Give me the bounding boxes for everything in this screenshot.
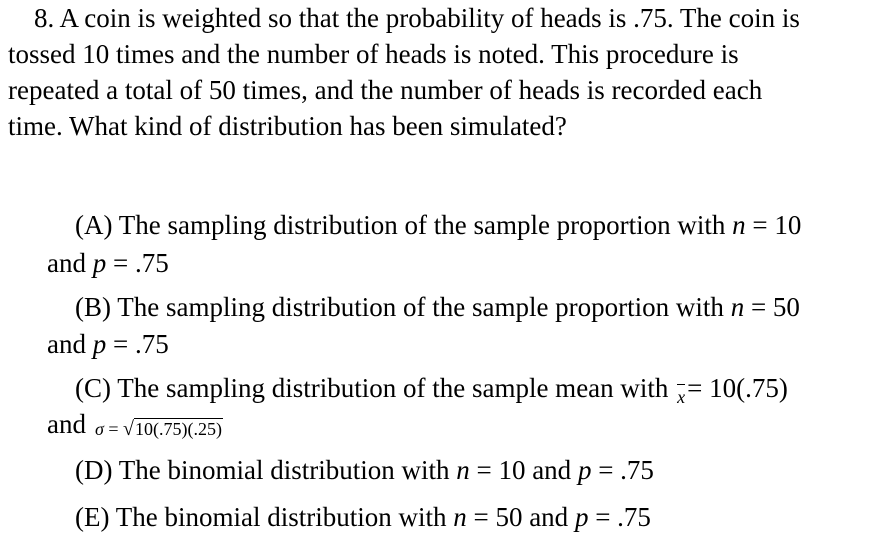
choice-c-mean-eq: = 10(.75): [687, 373, 788, 403]
choice-a-n: n: [732, 210, 746, 240]
choice-a[interactable]: (A) The sampling distribution of the sam…: [75, 210, 801, 240]
sigma-symbol: σ: [95, 419, 104, 439]
choice-b-and: and: [47, 329, 93, 359]
choice-c-label: (C) The sampling distribution of the sam…: [75, 373, 669, 403]
question-text-1: A coin is weighted so that the probabili…: [59, 3, 800, 33]
question-line-2: tossed 10 times and the number of heads …: [8, 39, 739, 69]
choice-d-p: p: [577, 455, 592, 485]
choice-c[interactable]: (C) The sampling distribution of the sam…: [75, 373, 788, 412]
choice-a-label: (A) The sampling distribution of the sam…: [75, 210, 726, 240]
choice-c-and: and: [47, 409, 86, 439]
choice-e[interactable]: (E) The binomial distribution with n = 5…: [75, 502, 651, 532]
choice-e-p-eq: = .75: [588, 502, 651, 532]
choice-a-and: and: [47, 248, 93, 278]
x-bar-symbol: x: [677, 382, 686, 412]
choice-c-and-text: and: [47, 409, 86, 439]
question-text-3: repeated a total of 50 times, and the nu…: [8, 75, 763, 105]
choice-e-label: (E) The binomial distribution with: [75, 502, 454, 532]
choice-d-label: (D) The binomial distribution with: [75, 455, 457, 485]
question-text-2: tossed 10 times and the number of heads …: [8, 39, 739, 69]
choice-b-n-eq: = 50: [744, 292, 800, 322]
choice-d-n: n: [456, 455, 470, 485]
question-line-3: repeated a total of 50 times, and the nu…: [8, 75, 762, 105]
choice-a-line-2: and p = .75: [47, 248, 169, 278]
sqrt-radicand: 10(.75)(.25): [134, 418, 224, 439]
choice-b-line-2: and p = .75: [47, 329, 169, 359]
choice-d[interactable]: (D) The binomial distribution with n = 1…: [75, 455, 654, 485]
choice-e-n: n: [453, 502, 467, 532]
question-line-1: 8. A coin is weighted so that the probab…: [34, 3, 800, 33]
choice-b-p: p: [92, 329, 107, 359]
choice-a-n-eq: = 10: [745, 210, 802, 240]
sigma-formula: σ = √10(.75)(.25): [95, 418, 224, 448]
question-line-4: time. What kind of distribution has been…: [8, 111, 567, 141]
question-number: 8.: [34, 3, 55, 33]
sigma-eq: =: [103, 419, 124, 439]
choice-b-n: n: [730, 292, 745, 322]
choice-b-label: (B) The sampling distribution of the sam…: [75, 292, 724, 322]
choice-a-p-eq: = .75: [106, 248, 169, 278]
choice-e-p: p: [574, 502, 589, 532]
choice-d-n-eq: = 10 and: [469, 455, 578, 485]
choice-e-n-eq: = 50 and: [466, 502, 575, 532]
question-text-4: time. What kind of distribution has been…: [8, 111, 567, 141]
choice-b-p-eq: = .75: [106, 329, 169, 359]
choice-d-p-eq: = .75: [591, 455, 654, 485]
choice-b[interactable]: (B) The sampling distribution of the sam…: [75, 292, 800, 322]
sqrt-icon: √: [123, 418, 135, 440]
choice-a-p: p: [92, 248, 107, 278]
